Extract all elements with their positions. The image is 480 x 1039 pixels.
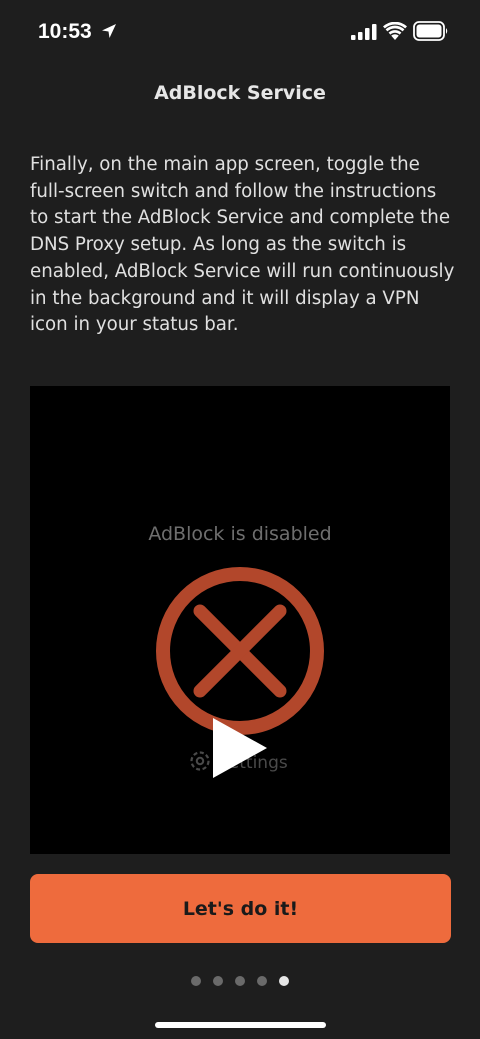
page-dot[interactable] [257, 976, 267, 986]
status-bar: 10:53 [0, 0, 480, 64]
page-indicator [0, 976, 480, 986]
cellular-signal-icon [351, 24, 377, 44]
instructions-text: Finally, on the main app screen, toggle … [30, 154, 455, 336]
page-dot-active[interactable] [279, 976, 289, 986]
page-title: AdBlock Service [154, 82, 326, 104]
adblock-status-label: AdBlock is disabled [148, 523, 332, 545]
disabled-x-icon [155, 566, 325, 740]
play-icon[interactable] [209, 716, 271, 784]
status-time: 10:53 [38, 20, 92, 43]
page-dot[interactable] [235, 976, 245, 986]
battery-icon [413, 21, 449, 45]
home-indicator[interactable] [155, 1022, 326, 1028]
page-dot[interactable] [191, 976, 201, 986]
location-arrow-icon [100, 22, 118, 44]
lets-do-it-button[interactable]: Let's do it! [30, 874, 451, 943]
tutorial-video[interactable]: AdBlock is disabled Settings [30, 386, 450, 854]
page-dot[interactable] [213, 976, 223, 986]
wifi-icon [383, 21, 407, 44]
